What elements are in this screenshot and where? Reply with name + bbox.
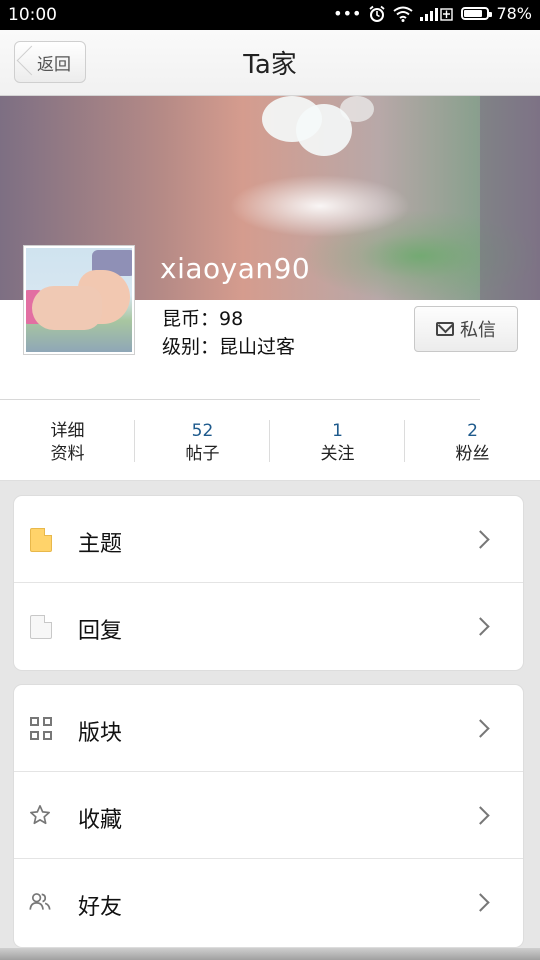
menu-item-label: 收藏 (78, 808, 123, 833)
document-icon (30, 615, 52, 639)
stat-label: 帖子 (185, 444, 220, 464)
private-message-label: 私信 (460, 320, 496, 341)
avatar[interactable] (24, 246, 134, 354)
menu-item-label: 主题 (78, 532, 123, 557)
battery-percent: 78% (496, 4, 532, 23)
stat-number: 1 (332, 421, 343, 441)
folder-icon (30, 528, 52, 552)
menu-item-replies[interactable]: 回复 (14, 583, 523, 670)
more-dots-icon: ••• (333, 4, 362, 23)
stat-number: 2 (467, 421, 478, 441)
mail-icon (436, 322, 454, 336)
chevron-right-icon (471, 530, 490, 549)
stat-number: 52 (191, 421, 214, 441)
stat-label: 粉丝 (455, 444, 490, 464)
status-bar: 10:00 ••• 78% (0, 0, 540, 30)
stat-posts[interactable]: 52 帖子 (135, 400, 270, 480)
menu-item-label: 版块 (78, 721, 123, 746)
chevron-right-icon (471, 719, 490, 738)
bottom-edge (0, 948, 540, 960)
stat-followers[interactable]: 2 粉丝 (405, 400, 540, 480)
menu-card-more: 版块 收藏 好友 (14, 685, 523, 947)
stat-label-top: 详细 (50, 421, 85, 441)
chevron-right-icon (471, 893, 490, 912)
alarm-icon (369, 5, 386, 22)
star-icon (30, 805, 50, 825)
stat-following[interactable]: 1 关注 (270, 400, 405, 480)
wifi-icon (393, 6, 414, 22)
header-bar: 返回 Ta家 (0, 30, 540, 96)
menu-item-topics[interactable]: 主题 (14, 496, 523, 583)
level-text: 级别：昆山过客 (162, 336, 296, 358)
private-message-button[interactable]: 私信 (414, 306, 518, 352)
menu-item-forums[interactable]: 版块 (14, 685, 523, 772)
menu-item-favorites[interactable]: 收藏 (14, 772, 523, 859)
stat-profile-details[interactable]: 详细 资料 (0, 400, 135, 480)
grid-icon (30, 717, 52, 741)
username: xiaoyan90 (160, 252, 311, 285)
signal-icon (420, 7, 454, 21)
menu-item-friends[interactable]: 好友 (14, 859, 523, 946)
menu-card-posts: 主题 回复 (14, 496, 523, 670)
battery-icon (461, 7, 493, 20)
status-time: 10:00 (8, 5, 57, 25)
chevron-right-icon (471, 617, 490, 636)
menu-item-label: 回复 (78, 619, 123, 644)
menu-item-label: 好友 (78, 895, 123, 920)
stats-row: 详细 资料 52 帖子 1 关注 2 粉丝 (0, 400, 540, 481)
coins-text: 昆币：98 (162, 308, 244, 330)
chevron-right-icon (471, 806, 490, 825)
stat-label: 资料 (50, 444, 85, 464)
page-title: Ta家 (243, 50, 297, 80)
friends-icon (29, 893, 51, 910)
stat-label: 关注 (320, 444, 355, 464)
status-icons: ••• 78% (333, 4, 532, 23)
